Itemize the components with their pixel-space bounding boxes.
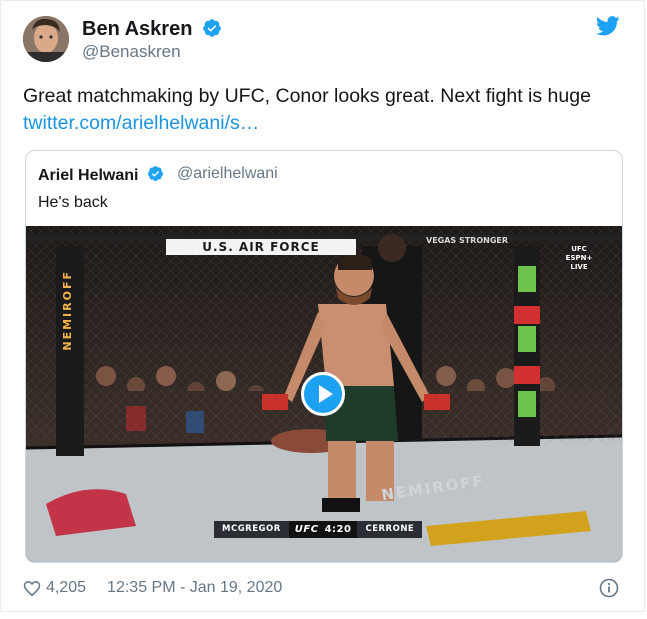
bug-line1: UFC: [571, 245, 587, 253]
verified-badge-icon: [203, 19, 221, 37]
score-org: UFC: [288, 521, 325, 538]
author-handle[interactable]: @Benaskren: [82, 42, 181, 62]
broadcast-bug: UFC ESPN+ LIVE: [564, 245, 594, 272]
tweet-body: Great matchmaking by UFC, Conor looks gr…: [23, 85, 591, 107]
tweet-card: Ben Askren @Benaskren Great matchmaking …: [0, 0, 645, 612]
quoted-tweet[interactable]: Ariel Helwani @arielhelwani He's back U.…: [25, 150, 623, 563]
like-count[interactable]: 4,205: [46, 579, 86, 597]
side-brand: NEMIROFF: [61, 270, 74, 351]
timestamp[interactable]: 12:35 PM - Jan 19, 2020: [107, 579, 282, 597]
tweet-link[interactable]: twitter.com/arielhelwani/s…: [23, 110, 633, 137]
vegas-banner: VEGAS STRONGER: [426, 236, 509, 245]
avatar[interactable]: [23, 16, 69, 62]
air-force-banner: U.S. AIR FORCE: [166, 239, 356, 255]
bug-line2: ESPN+: [565, 254, 593, 262]
author-name[interactable]: Ben Askren: [82, 18, 222, 41]
play-icon[interactable]: [301, 372, 345, 416]
quoted-author-handle[interactable]: @arielhelwani: [177, 165, 278, 183]
quoted-author-name[interactable]: Ariel Helwani: [38, 165, 164, 185]
score-fighter-left: MCGREGOR: [214, 521, 289, 538]
score-bug: MCGREGOR UFC 4:20 CERRONE: [214, 521, 423, 538]
bug-line3: LIVE: [570, 263, 588, 271]
video-player[interactable]: U.S. AIR FORCE VEGAS STRONGER UFC ESPN+ …: [26, 226, 622, 562]
score-time: 4:20: [324, 521, 358, 538]
tweet-text: Great matchmaking by UFC, Conor looks gr…: [23, 83, 633, 137]
info-icon[interactable]: [599, 578, 619, 598]
tweet-footer: 4,205 12:35 PM - Jan 19, 2020: [23, 579, 282, 597]
heart-icon[interactable]: [23, 580, 41, 597]
twitter-bird-icon[interactable]: [596, 16, 620, 36]
quoted-text: He's back: [38, 194, 108, 211]
score-fighter-right: CERRONE: [357, 521, 423, 538]
verified-badge-icon: [147, 166, 163, 181]
